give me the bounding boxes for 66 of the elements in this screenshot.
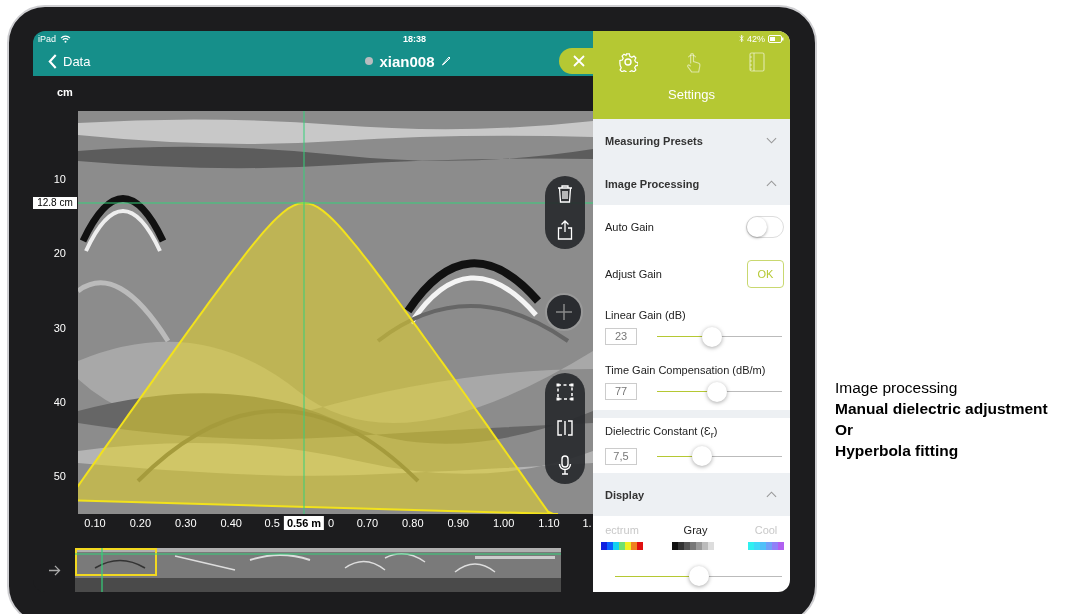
setting-label: Auto Gain: [605, 220, 654, 233]
axis-label: 0.90: [447, 517, 469, 529]
axis-label: 0: [327, 517, 334, 529]
section-header[interactable]: Image Processing: [593, 162, 790, 205]
axis-label: 0.10: [84, 517, 106, 529]
settings-icon: [618, 52, 638, 72]
axis-label: 50: [53, 470, 66, 483]
axis-label: 0.70: [356, 517, 379, 529]
toggle-switch[interactable]: [746, 215, 784, 238]
setting-label: Time Gain Compensation (dB/m): [605, 363, 767, 376]
axis-label: 0.40: [220, 517, 242, 529]
arrow-right-icon[interactable]: [48, 564, 61, 576]
depth-label: 12.8 cm: [33, 197, 77, 209]
value-field[interactable]: 77: [605, 383, 637, 400]
share-icon[interactable]: [557, 220, 573, 241]
setting-label: Dielectric Constant (Ɛ$_{r}$): [605, 424, 719, 441]
select-icon[interactable]: [556, 382, 574, 401]
axis-label: 10: [53, 173, 66, 185]
axis-label: 0.5: [264, 517, 280, 529]
wifi-icon: [60, 34, 71, 43]
close-button[interactable]: [559, 48, 593, 74]
hand-icon: [685, 51, 702, 73]
section-header[interactable]: Display: [593, 473, 790, 516]
position-label: 0.56 m: [283, 516, 325, 530]
axis-label: 20: [53, 247, 66, 260]
caption-text: Manual dielectric adjustment: [835, 399, 1048, 419]
battery-icon: [768, 34, 784, 43]
chevron-left-icon: [48, 53, 57, 69]
axis-label: 1.10: [538, 517, 560, 529]
value-field[interactable]: 7,5: [605, 447, 637, 465]
chevron-icon: [766, 137, 777, 144]
battery-percent: 42%: [747, 33, 765, 44]
panel-title: Settings: [667, 87, 716, 102]
viewport-frame[interactable]: [75, 548, 157, 576]
axis-label: 0.30: [175, 517, 197, 529]
axis-label: 1.00: [492, 517, 515, 529]
chevron-icon: [766, 180, 777, 187]
axis-unit: cm: [56, 85, 74, 100]
axis-label: 40: [53, 395, 66, 408]
trash-icon[interactable]: [557, 184, 573, 203]
microphone-icon[interactable]: [558, 454, 572, 475]
setting-label: Adjust Gain: [605, 268, 662, 280]
bluetooth-icon: [739, 34, 744, 43]
file-title: xian008: [379, 52, 435, 70]
status-time: 18:38: [403, 33, 427, 44]
split-icon[interactable]: [556, 419, 574, 436]
pencil-icon[interactable]: [440, 56, 451, 66]
axis-label: 0.80: [402, 517, 424, 529]
chevron-icon: [766, 491, 777, 498]
axis-label: 30: [53, 321, 66, 334]
plus-icon: [555, 303, 573, 321]
colormap-option[interactable]: Gray: [671, 524, 720, 564]
back-button[interactable]: Data: [33, 53, 91, 69]
caption-text: Image processing: [835, 378, 959, 398]
setting-label: Linear Gain (dB): [605, 308, 687, 321]
caption-text: Hyperbola fitting: [835, 441, 960, 461]
status-dot: [365, 57, 374, 65]
hyperbola-overlay[interactable]: [78, 202, 559, 514]
device-name: iPad: [38, 33, 56, 44]
close-icon: [573, 55, 585, 67]
axis-label: 1.: [582, 517, 592, 529]
notebook-icon: [749, 52, 765, 72]
axis-label: 0.20: [129, 517, 152, 529]
section-header[interactable]: Measuring Presets: [593, 119, 790, 162]
value-field[interactable]: 23: [605, 328, 637, 345]
caption-text: Or: [835, 420, 855, 440]
